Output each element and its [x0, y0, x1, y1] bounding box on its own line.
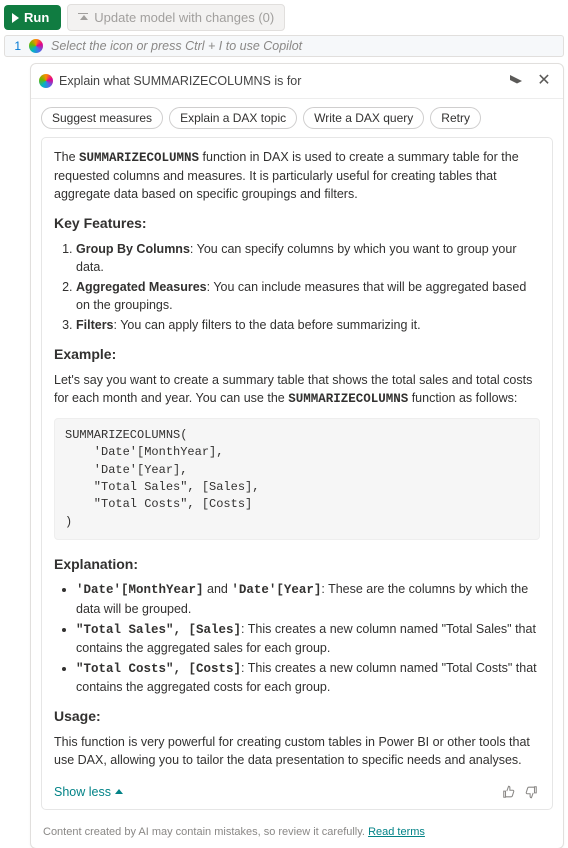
- run-label: Run: [24, 10, 49, 25]
- list-item: Filters: You can apply filters to the da…: [76, 316, 540, 334]
- heading-usage: Usage:: [54, 706, 540, 726]
- copilot-panel: Explain what SUMMARIZECOLUMNS is for ✕ S…: [30, 63, 564, 848]
- copilot-icon: [39, 74, 53, 88]
- list-item: Group By Columns: You can specify column…: [76, 240, 540, 276]
- code-block: SUMMARIZECOLUMNS( 'Date'[MonthYear], 'Da…: [54, 418, 540, 540]
- thumbs-up-icon: [502, 785, 516, 799]
- read-terms-link[interactable]: Read terms: [368, 826, 425, 838]
- line-number: 1: [11, 39, 21, 53]
- thumbs-down-button[interactable]: [522, 783, 540, 801]
- close-button[interactable]: ✕: [533, 70, 555, 92]
- send-button[interactable]: [505, 70, 527, 92]
- list-item: 'Date'[MonthYear] and 'Date'[Year]: Thes…: [76, 580, 540, 617]
- update-label: Update model with changes (0): [94, 10, 274, 25]
- copilot-response: The SUMMARIZECOLUMNS function in DAX is …: [41, 137, 553, 810]
- ai-disclaimer: Content created by AI may contain mistak…: [31, 818, 563, 848]
- play-icon: [12, 13, 19, 23]
- editor-line[interactable]: 1 Select the icon or press Ctrl + I to u…: [4, 35, 564, 57]
- show-less-button[interactable]: Show less: [54, 783, 123, 801]
- heading-explanation: Explanation:: [54, 554, 540, 574]
- features-list: Group By Columns: You can specify column…: [54, 240, 540, 335]
- response-footer: Show less: [54, 779, 540, 801]
- editor-placeholder: Select the icon or press Ctrl + I to use…: [51, 39, 302, 53]
- copilot-prompt-title: Explain what SUMMARIZECOLUMNS is for: [59, 74, 499, 88]
- thumbs-up-button[interactable]: [500, 783, 518, 801]
- upload-icon: [78, 13, 88, 23]
- usage-paragraph: This function is very powerful for creat…: [54, 733, 540, 769]
- list-item: "Total Costs", [Costs]: This creates a n…: [76, 659, 540, 696]
- suggestion-chips: Suggest measures Explain a DAX topic Wri…: [31, 99, 563, 137]
- chevron-up-icon: [115, 789, 123, 794]
- close-icon: ✕: [537, 73, 550, 89]
- copilot-header: Explain what SUMMARIZECOLUMNS is for ✕: [31, 64, 563, 99]
- chip-explain-dax-topic[interactable]: Explain a DAX topic: [169, 107, 297, 129]
- update-model-button: Update model with changes (0): [67, 4, 285, 31]
- chip-suggest-measures[interactable]: Suggest measures: [41, 107, 163, 129]
- list-item: Aggregated Measures: You can include mea…: [76, 278, 540, 314]
- copilot-icon[interactable]: [29, 39, 43, 53]
- run-button[interactable]: Run: [4, 5, 61, 30]
- explanation-list: 'Date'[MonthYear] and 'Date'[Year]: Thes…: [54, 580, 540, 696]
- chip-write-dax-query[interactable]: Write a DAX query: [303, 107, 424, 129]
- send-icon: [510, 75, 522, 87]
- thumbs-down-icon: [524, 785, 538, 799]
- list-item: "Total Sales", [Sales]: This creates a n…: [76, 620, 540, 657]
- intro-paragraph: The SUMMARIZECOLUMNS function in DAX is …: [54, 148, 540, 203]
- example-paragraph: Let's say you want to create a summary t…: [54, 371, 540, 408]
- heading-example: Example:: [54, 344, 540, 364]
- toolbar: Run Update model with changes (0): [4, 4, 564, 31]
- chip-retry[interactable]: Retry: [430, 107, 481, 129]
- heading-key-features: Key Features:: [54, 213, 540, 233]
